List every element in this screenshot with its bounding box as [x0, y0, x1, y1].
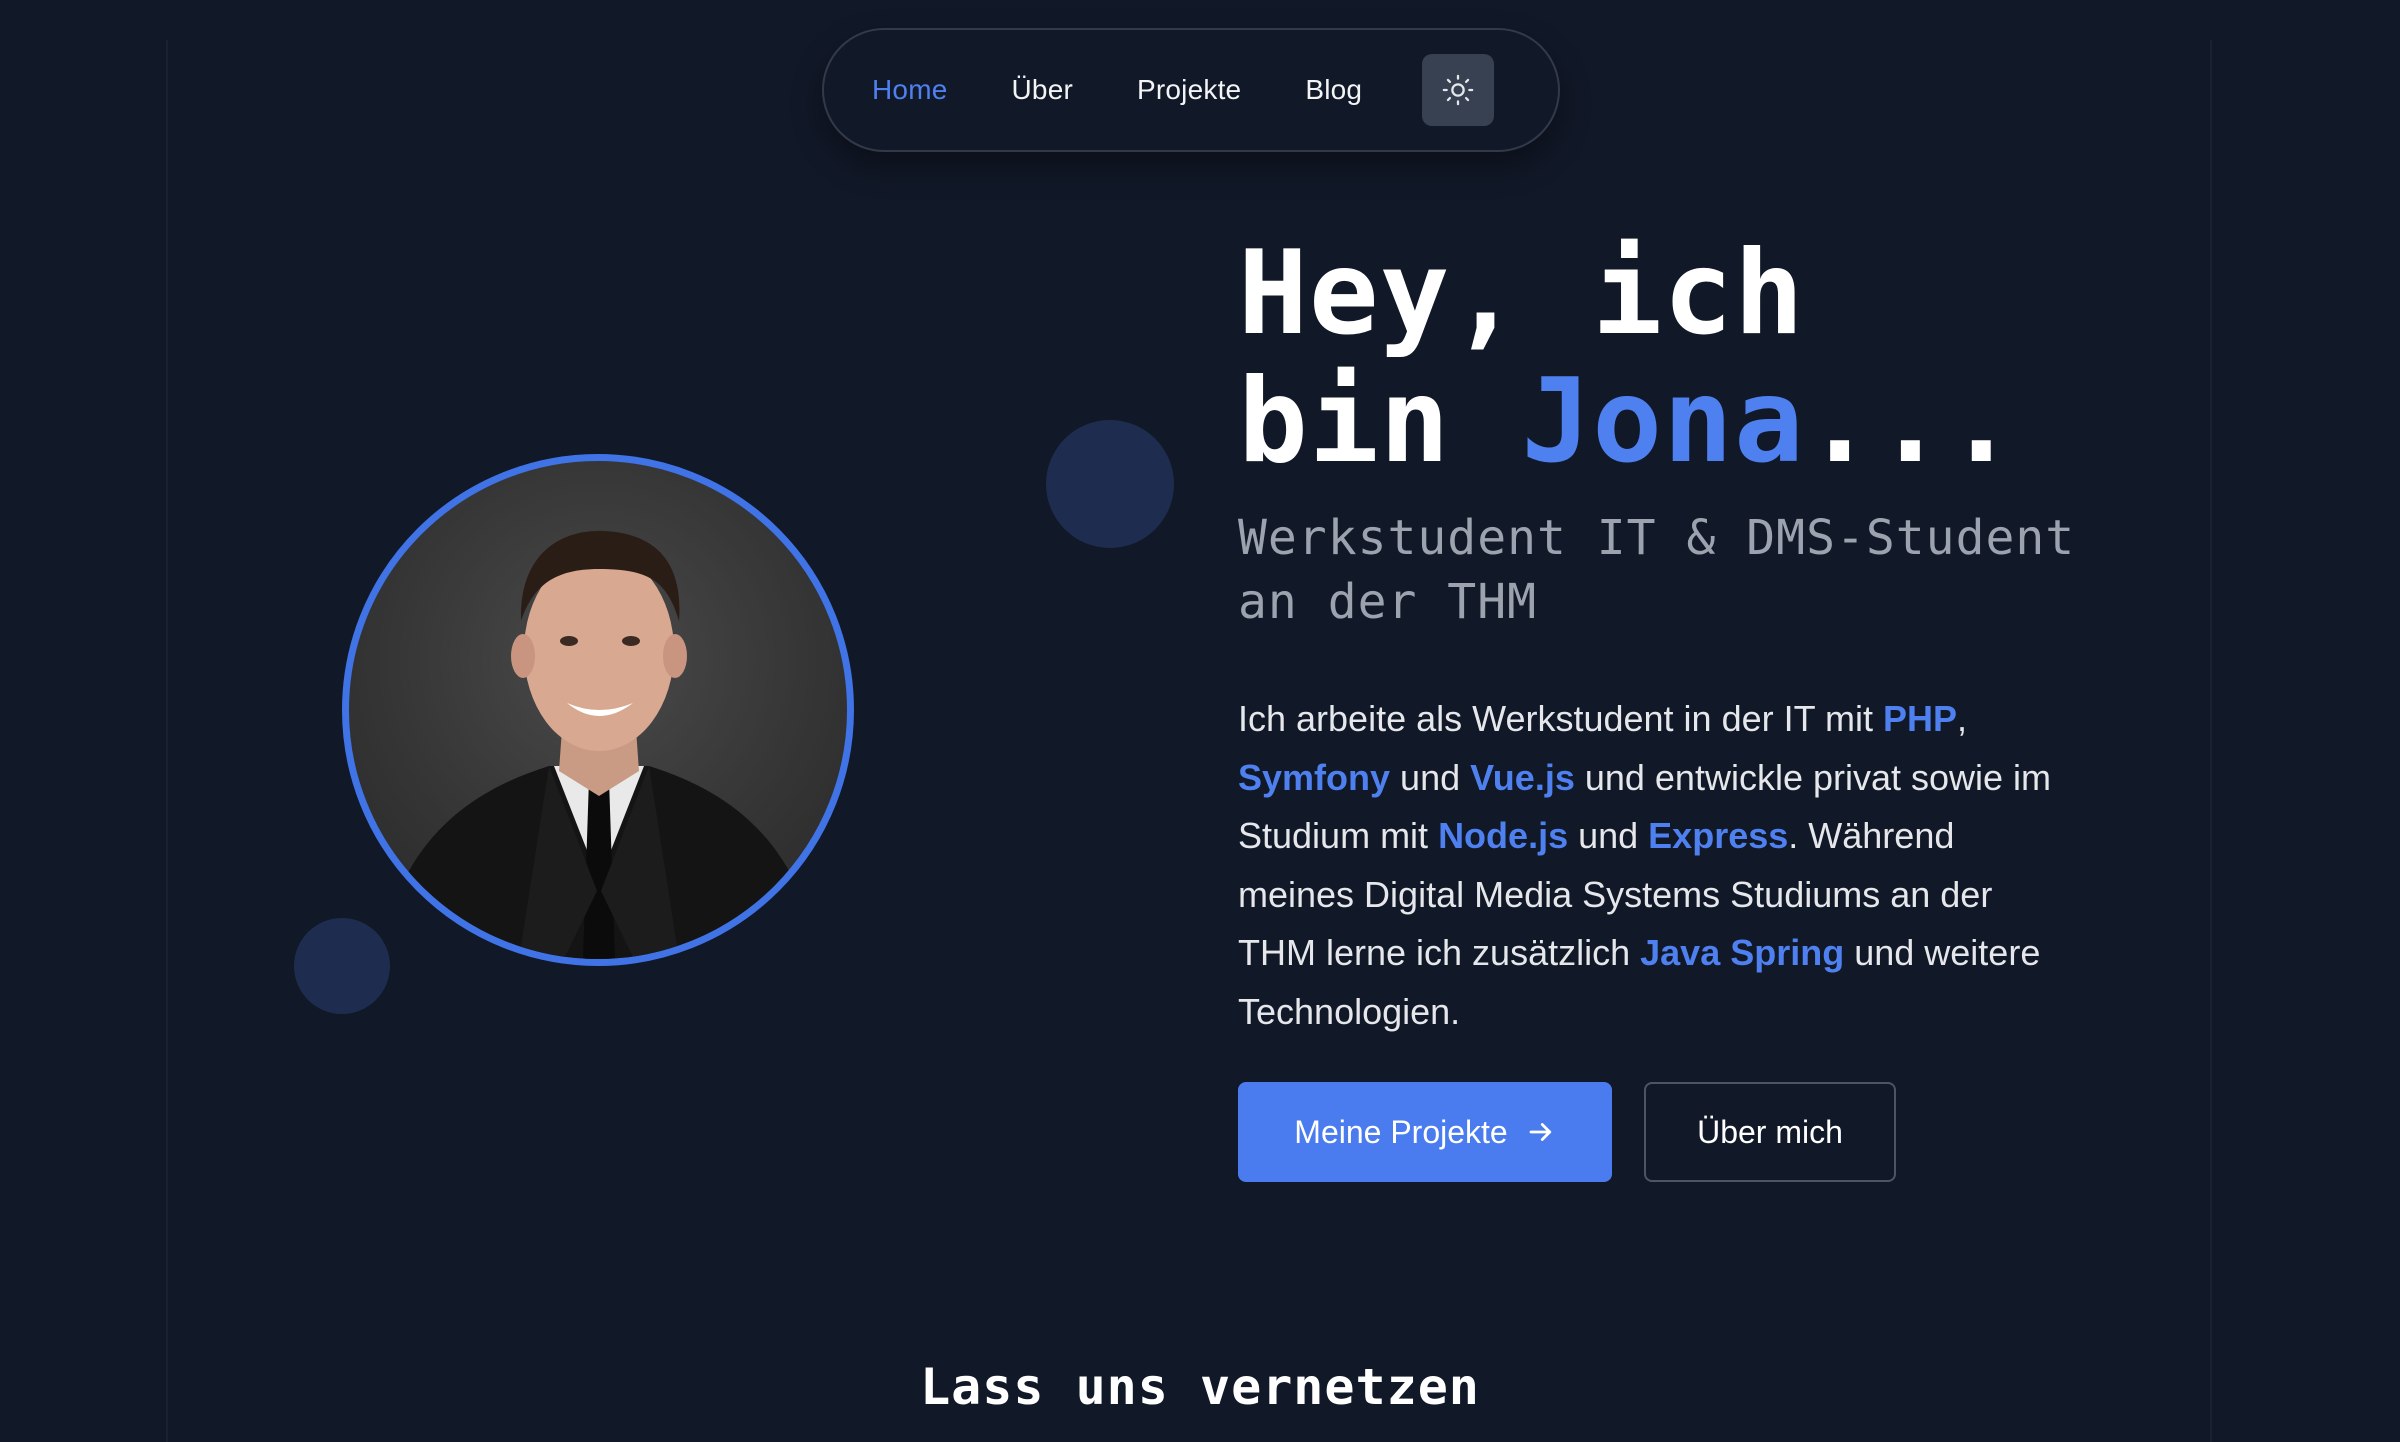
my-projects-button-label: Meine Projekte [1294, 1113, 1508, 1150]
theme-toggle-button[interactable] [1422, 54, 1495, 126]
hero-buttons: Meine Projekte Über mich [1238, 1082, 1896, 1182]
nav-projects-link[interactable]: Projekte [1137, 74, 1241, 106]
tech-highlight: Java Spring [1640, 932, 1845, 973]
nav-about-link[interactable]: Über [1012, 74, 1074, 106]
sun-icon [1442, 74, 1474, 106]
desc-text: Ich arbeite als Werkstudent in der IT mi… [1238, 698, 1883, 739]
hero-title-suffix: ... [1804, 354, 2018, 489]
hero-subtitle: Werkstudent IT & DMS-Student an der THM [1238, 510, 2076, 630]
tech-highlight: Express [1648, 815, 1789, 856]
frame-divider-right [2210, 40, 2212, 1442]
tech-highlight: Vue.js [1470, 756, 1575, 798]
desc-text: und [1390, 756, 1471, 798]
arrow-right-icon [1526, 1117, 1556, 1147]
hero-title-line1: Hey, ich [1238, 226, 1805, 361]
desc-text: , [1956, 698, 1967, 739]
tech-highlight: Node.js [1438, 815, 1569, 856]
tech-highlight: PHP [1882, 698, 1957, 739]
hero-title: Hey, ich bin Jona... [1238, 230, 2078, 486]
hero-title-name: Jona [1521, 354, 1805, 489]
decorative-circle-bottom [294, 918, 390, 1014]
page: Home Über Projekte Blog Hey, ich bin Jon… [0, 0, 2400, 1442]
hero-title-prefix: bin [1238, 354, 1522, 489]
top-navigation: Home Über Projekte Blog [822, 28, 1560, 152]
profile-photo [342, 454, 854, 966]
tech-highlight: Symfony [1238, 756, 1391, 798]
about-me-button[interactable]: Über mich [1644, 1082, 1896, 1182]
nav-blog-link[interactable]: Blog [1305, 74, 1362, 106]
desc-text: und [1568, 815, 1649, 856]
about-me-button-label: Über mich [1697, 1113, 1843, 1150]
hero-description: Ich arbeite als Werkstudent in der IT mi… [1238, 690, 2058, 1041]
hero-section: Hey, ich bin Jona... Werkstudent IT & DM… [1238, 230, 2078, 1041]
my-projects-button[interactable]: Meine Projekte [1238, 1082, 1612, 1182]
nav-home-link[interactable]: Home [872, 74, 948, 106]
connect-heading: Lass uns vernetzen [920, 1358, 1480, 1416]
frame-divider-left [166, 40, 168, 1442]
decorative-circle-top [1046, 420, 1174, 548]
